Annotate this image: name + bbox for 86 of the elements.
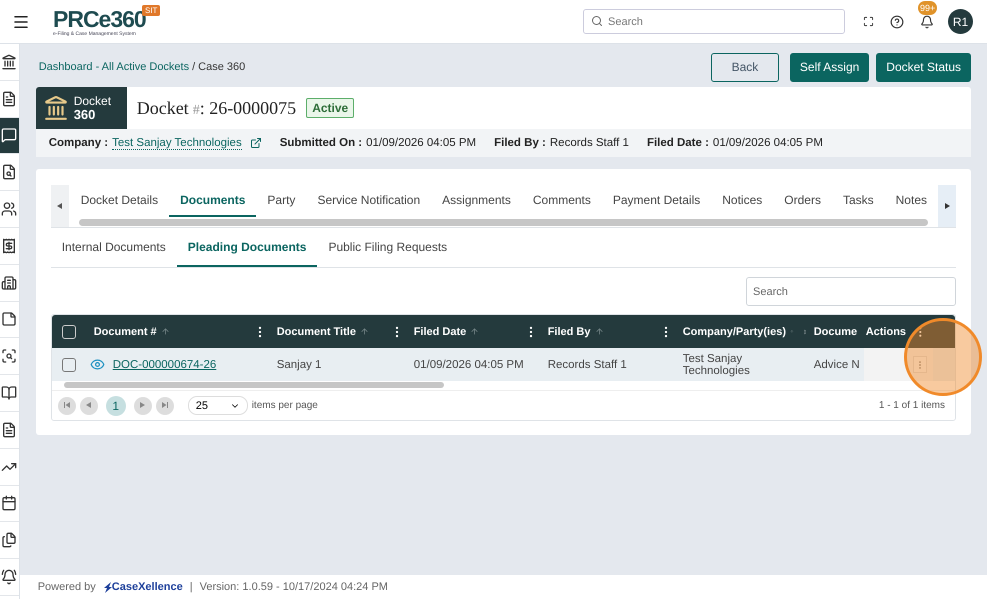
document-link[interactable]: DOC-000000674-26 [112,358,216,370]
notification-badge: 99+ [918,0,938,14]
powered-by-text: Powered by [38,581,96,593]
sub-tab[interactable]: Internal Documents [50,228,177,267]
meta-label: Filed Date : [646,137,709,149]
brand-logo: CaseXellence [102,581,183,593]
sort-icon[interactable] [360,327,369,336]
page-button[interactable]: 1 [106,396,126,416]
badge-label: Docket [74,95,112,108]
right-arrow-icon[interactable] [944,203,950,209]
tab[interactable]: Service Notification [306,185,432,217]
breadcrumb-separator: / [192,61,196,73]
sub-tab[interactable]: Public Filing Requests [317,228,458,267]
table-search-field[interactable]: Search [746,277,956,306]
tab[interactable]: Party [256,185,306,217]
next-page-button[interactable] [134,396,152,414]
search-icon [591,15,603,27]
meta-label: Filed By : [494,137,546,149]
meta-value: Records Staff 1 [550,137,629,149]
tab[interactable]: Notices [711,185,774,217]
previous-page-icon[interactable] [86,402,92,408]
chat-icon[interactable] [0,118,19,154]
docket-title: Docket [136,98,189,118]
footer-separator: | [190,581,193,593]
first-page-icon[interactable] [64,402,70,408]
bell-icon[interactable] [920,14,934,28]
meta-value: 01/09/2026 04:05 PM [366,137,476,149]
meta-label: Company : [48,137,108,149]
search-field[interactable]: Search [583,9,845,34]
company-link[interactable]: Test Sanjay Technologies [112,136,242,150]
meta-value: 01/09/2026 04:05 PM [712,137,823,149]
first-page-button[interactable] [58,396,76,414]
next-page-icon[interactable] [140,402,146,408]
column-header[interactable]: Company/Party(ies) [682,326,786,338]
version-text: Version: 1.0.59 - 10/17/2024 04:24 PM [200,581,388,593]
breadcrumb-link[interactable]: Dashboard - All Active Dockets [38,61,190,73]
tab[interactable]: Assignments [431,185,522,217]
select-all-checkbox[interactable] [62,324,76,338]
meta-label: Submitted On : [280,137,362,149]
tab[interactable]: Docket Details [70,185,170,217]
table-cell-text: Test Sanjay Technologies [682,352,751,376]
eye-icon[interactable] [90,357,105,372]
tab[interactable]: Orders [773,185,832,217]
column-header[interactable]: Filed By [548,326,590,338]
sort-icon[interactable] [160,327,170,336]
last-page-button[interactable] [156,396,174,414]
breadcrumb-current: Case 360 [198,61,246,73]
tab[interactable]: Documents [169,185,256,217]
hash-mark: # [192,102,200,118]
last-page-icon[interactable] [162,402,168,408]
table-cell-text: 01/09/2026 04:05 PM [412,358,525,372]
action-button[interactable]: Self Assign [790,52,870,82]
per-page-label: items per page [252,400,318,411]
scrollbar[interactable] [78,219,928,226]
previous-page-button[interactable] [80,396,98,414]
table-cell-text: Records Staff 1 [546,358,628,372]
badge-number: 360 [74,108,96,121]
sort-icon[interactable] [470,327,480,336]
docket-number: : 26-0000075 [200,98,296,118]
left-arrow-icon[interactable] [57,203,62,209]
column-header[interactable]: Actions [866,326,906,338]
environment-badge: SIT [142,4,160,16]
action-button[interactable]: Back [710,52,779,82]
column-header[interactable]: Docume [814,326,858,338]
tab[interactable]: Comments [522,185,602,217]
column-header[interactable]: Document # [94,326,157,338]
column-header[interactable]: Filed Date [414,326,466,338]
sort-icon[interactable] [594,327,604,336]
page-size-dropdown[interactable]: 25 [188,396,248,415]
tab[interactable]: Payment Details [602,185,712,217]
status-tag: Active [306,98,354,118]
courthouse-icon [42,95,69,121]
table-cell-text: Advice N [812,358,861,372]
scrollbar[interactable] [64,382,444,388]
action-button[interactable]: Docket Status [876,52,971,82]
column-header[interactable]: Document Title [276,326,356,338]
help-icon[interactable] [890,14,904,28]
sub-tab[interactable]: Pleading Documents [176,228,318,267]
fullscreen-icon[interactable] [863,16,874,27]
external-link-icon[interactable] [250,137,262,149]
table-cell-text: Sanjay 1 [276,358,322,372]
tab[interactable]: Notes [884,185,938,217]
tab[interactable]: Tasks [832,185,885,217]
pager-summary: 1 - 1 of 1 items [878,400,945,411]
row-checkbox[interactable] [62,358,76,372]
user-avatar[interactable]: R1 [948,9,973,34]
